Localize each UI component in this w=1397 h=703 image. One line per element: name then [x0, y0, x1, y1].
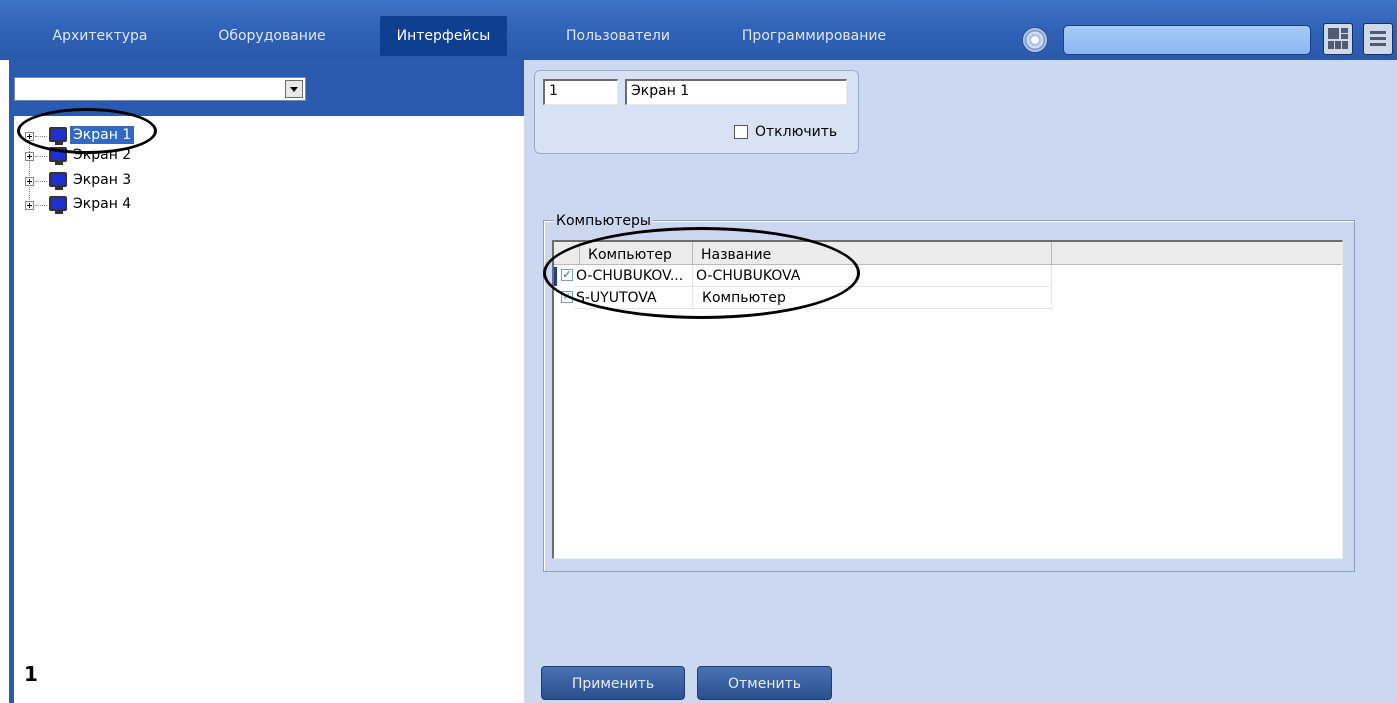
- expand-icon[interactable]: [25, 177, 34, 186]
- disable-checkbox[interactable]: [734, 125, 748, 139]
- menu-icon[interactable]: [1363, 23, 1393, 55]
- id-field[interactable]: 1: [543, 79, 618, 105]
- monitor-icon: [49, 172, 67, 190]
- tab-equipment[interactable]: Оборудование: [198, 16, 346, 56]
- apply-button[interactable]: Применить: [541, 666, 685, 700]
- name-field[interactable]: Экран 1: [625, 79, 847, 105]
- tree-item-screen-3[interactable]: Экран 3: [14, 169, 314, 191]
- tab-users[interactable]: Пользователи: [547, 16, 689, 56]
- tab-programming[interactable]: Программирование: [722, 16, 906, 56]
- expand-icon[interactable]: [25, 152, 34, 161]
- expand-icon[interactable]: [25, 201, 34, 210]
- tree-item-screen-4[interactable]: Экран 4: [14, 193, 314, 215]
- tab-interfaces[interactable]: Интерфейсы: [380, 16, 507, 56]
- layout-grid-icon[interactable]: [1323, 23, 1353, 55]
- tree-item-label: Экран 4: [73, 196, 132, 212]
- callout-number: 1: [24, 662, 38, 686]
- search-input[interactable]: [1063, 25, 1311, 55]
- search-settings-icon[interactable]: [1022, 27, 1048, 53]
- cancel-button[interactable]: Отменить: [697, 666, 832, 700]
- object-tree: Экран 1 Экран 2 Экран 3 Экран 4: [14, 116, 524, 703]
- computers-group-label: Компьютеры: [554, 213, 653, 229]
- highlight-oval: [17, 108, 157, 154]
- tab-architecture[interactable]: Архитектура: [30, 16, 170, 56]
- highlight-oval: [543, 227, 860, 319]
- disable-label: Отключить: [755, 124, 838, 140]
- top-navigation-bar: Архитектура Оборудование Интерфейсы Поль…: [0, 0, 1397, 60]
- monitor-icon: [49, 196, 67, 214]
- tree-item-label: Экран 3: [73, 172, 132, 188]
- chevron-down-icon[interactable]: [285, 80, 303, 98]
- object-filter-dropdown[interactable]: [14, 77, 306, 101]
